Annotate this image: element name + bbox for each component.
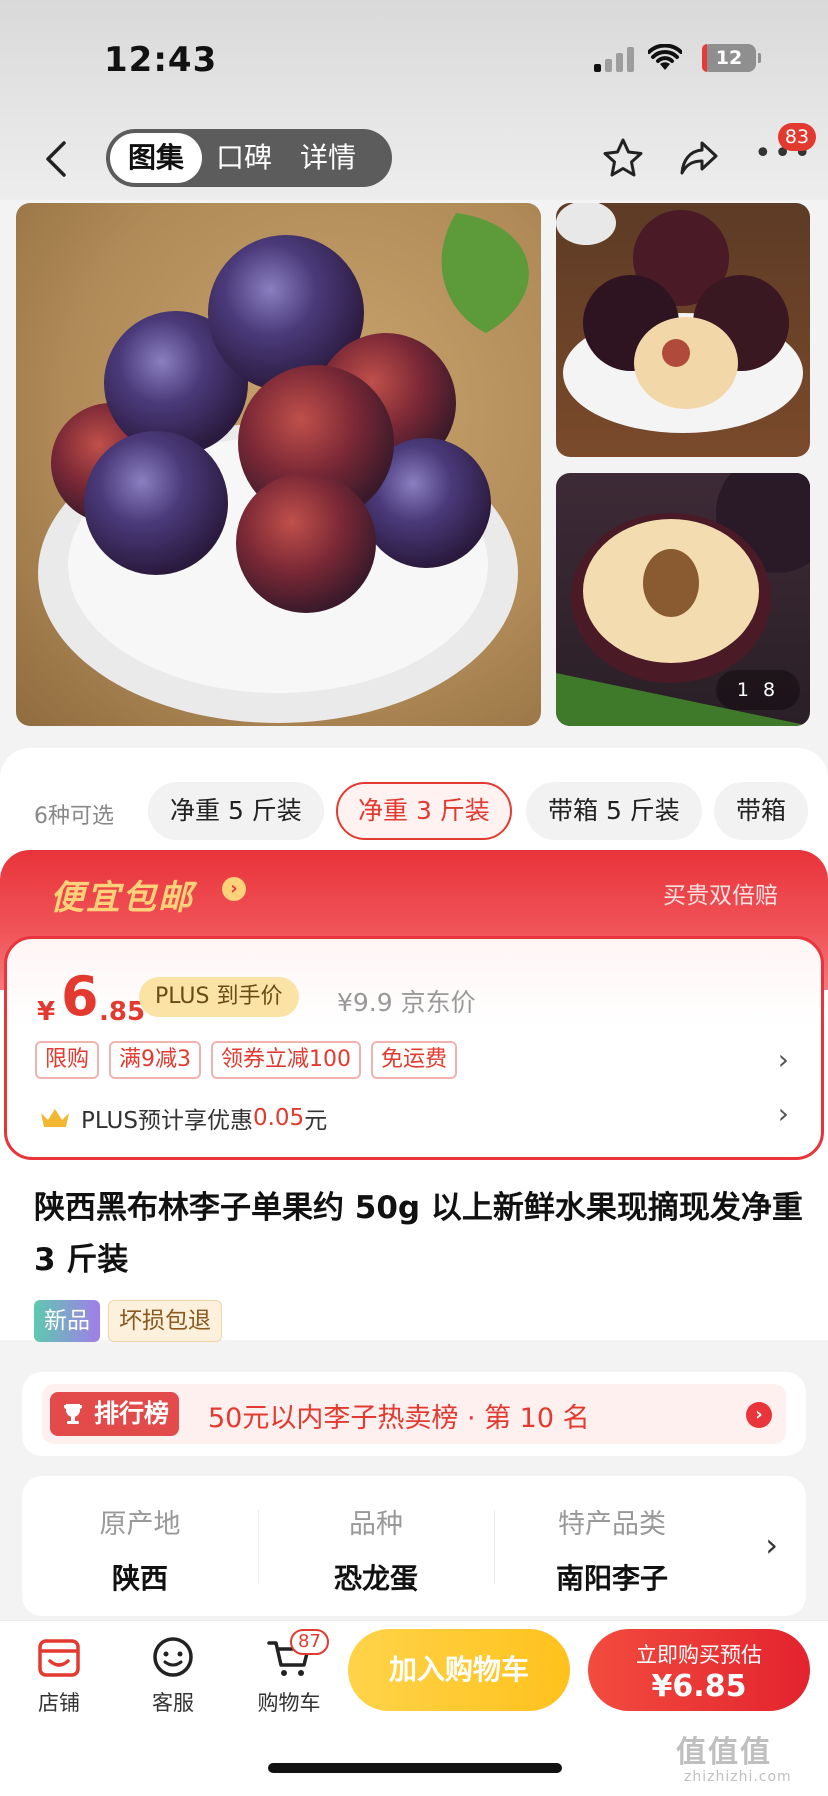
thumbnail-photo-1[interactable] [556, 203, 810, 457]
photo-counter: 1 8 [716, 670, 800, 710]
store-icon [38, 1639, 80, 1677]
share-icon[interactable] [676, 135, 722, 181]
favorite-star-icon[interactable] [600, 135, 646, 181]
spec-option-1[interactable]: 净重 5 斤装 [148, 782, 324, 840]
attribute-value: 恐龙蛋 [333, 1562, 418, 1595]
ranking-text: 50元以内李子热卖榜 · 第 10 名 [208, 1403, 590, 1434]
crown-icon [41, 1109, 69, 1127]
plus-price-pill: PLUS 到手价 [139, 977, 299, 1017]
message-count-badge: 83 [778, 123, 816, 151]
add-to-cart-button[interactable]: 加入购物车 [348, 1629, 570, 1711]
home-indicator[interactable] [268, 1763, 562, 1773]
ranking-card[interactable]: 排行榜 50元以内李子热卖榜 · 第 10 名 › [22, 1372, 806, 1456]
product-page: 12:43 12 图集 口碑 详情 ••• 83 1 8 6种可选 净重 5 斤… [0, 0, 828, 1796]
promo-tag: 领券立减100 [211, 1041, 362, 1079]
plums-plate-illustration [556, 203, 803, 433]
price-decimal: .85 [99, 997, 146, 1027]
watermark: 值值值 [676, 1735, 772, 1770]
status-time: 12:43 [104, 40, 218, 80]
cart-label: 购物车 [257, 1691, 321, 1715]
spec-selector: 6种可选 净重 5 斤装 净重 3 斤装 带箱 5 斤装 带箱 [0, 748, 828, 858]
chevron-right-icon[interactable]: › [765, 1526, 778, 1564]
customer-service-button[interactable]: 客服 [128, 1635, 218, 1717]
product-badges: 新品 坏损包退 [34, 1300, 222, 1342]
plus-discount-amount: 0.05 [252, 1105, 305, 1131]
photo-counter-total: 8 [763, 679, 780, 701]
product-info: 陕西黑布林李子单果约 50g 以上新鲜水果现摘现发净重 3 斤装 新品 坏损包退 [0, 1160, 828, 1342]
view-tabs: 图集 口碑 详情 [106, 129, 392, 187]
damage-return-badge[interactable]: 坏损包退 [108, 1300, 222, 1342]
attribute-origin: 原产地 陕西 [22, 1502, 258, 1597]
price-card: ¥ 6 .85 PLUS 到手价 ¥9.9 京东价 限购 满9减3 领券立减10… [4, 936, 824, 1160]
wifi-icon [648, 44, 682, 70]
tab-reviews[interactable]: 口碑 [202, 133, 286, 183]
plums-photo-illustration [38, 213, 529, 723]
ranking-label: 排行榜 [50, 1392, 180, 1436]
battery-indicator: 12 [702, 44, 761, 72]
attributes-card[interactable]: 原产地 陕西 品种 恐龙蛋 特产品类 南阳李子 › [22, 1476, 806, 1616]
main-product-photo[interactable] [16, 203, 541, 726]
promo-tag: 满9减3 [109, 1041, 202, 1079]
promo-tags[interactable]: 限购 满9减3 领券立减100 免运费 [35, 1041, 458, 1079]
store-button[interactable]: 店铺 [14, 1635, 104, 1717]
spec-option-4[interactable]: 带箱 [714, 782, 809, 840]
attribute-value: 南阳李子 [555, 1562, 668, 1595]
tab-details[interactable]: 详情 [286, 133, 370, 183]
cart-count-badge: 87 [290, 1629, 329, 1655]
price-integer: 6 [61, 965, 99, 1028]
back-icon[interactable] [36, 137, 80, 181]
ranking-arrow-icon: › [746, 1402, 772, 1428]
buy-now-button[interactable]: 立即购买预估 ¥6.85 [588, 1629, 810, 1711]
price-currency: ¥ [37, 997, 56, 1027]
new-badge: 新品 [34, 1300, 100, 1342]
bottom-action-bar: 店铺 客服 购物车 87 加入购物车 立即购买预估 ¥6.85 值值值 zhiz… [0, 1620, 828, 1796]
ranking-inner: 排行榜 50元以内李子热卖榜 · 第 10 名 › [42, 1384, 786, 1444]
promo-tag: 限购 [35, 1041, 100, 1079]
status-bar: 12:43 12 [0, 0, 828, 120]
product-title: 陕西黑布林李子单果约 50g 以上新鲜水果现摘现发净重 3 斤装 [34, 1190, 803, 1278]
image-gallery: 1 8 [0, 200, 828, 730]
promo-tag: 免运费 [371, 1041, 458, 1079]
chevron-right-icon[interactable]: › [778, 1097, 789, 1130]
spec-count-label: 6种可选 [34, 804, 114, 829]
price-guarantee[interactable]: 买贵双倍赔 [663, 876, 778, 910]
chevron-right-icon[interactable]: › [778, 1043, 789, 1076]
plus-discount-unit: 元 [304, 1108, 328, 1134]
original-price: ¥9.9 京东价 [337, 988, 476, 1017]
tab-gallery[interactable]: 图集 [110, 133, 202, 183]
more-options-icon[interactable]: ••• [754, 139, 811, 169]
promo-title: 便宜包邮 [50, 878, 194, 918]
attribute-category: 特产品类 南阳李子 [494, 1502, 730, 1597]
signal-icon [594, 46, 636, 72]
chat-face-icon [153, 1637, 193, 1677]
attribute-value: 陕西 [111, 1562, 168, 1595]
buy-now-price: ¥6.85 [651, 1669, 747, 1704]
attribute-key: 特产品类 [558, 1509, 666, 1540]
plus-discount-text: PLUS预计享优惠 [81, 1108, 253, 1134]
top-nav: 图集 口碑 详情 ••• 83 [0, 123, 828, 195]
promo-arrow-icon: › [222, 877, 246, 901]
attribute-key: 品种 [349, 1509, 403, 1540]
buy-now-label: 立即购买预估 [636, 1643, 762, 1667]
photo-counter-current: 1 [736, 679, 753, 701]
trophy-icon [63, 1404, 83, 1424]
spec-option-2-selected[interactable]: 净重 3 斤装 [336, 782, 512, 840]
watermark-url: zhizhizhi.com [684, 1769, 792, 1785]
store-label: 店铺 [38, 1691, 80, 1715]
promo-section: 便宜包邮 › 买贵双倍赔 ¥ 6 .85 PLUS 到手价 ¥9.9 京东价 限… [0, 850, 828, 1160]
spec-option-3[interactable]: 带箱 5 斤装 [526, 782, 702, 840]
attribute-key: 原产地 [99, 1509, 181, 1540]
plus-discount-row[interactable]: PLUS预计享优惠 0.05 元 [39, 1101, 327, 1135]
service-label: 客服 [152, 1691, 194, 1715]
ranking-label-text: 排行榜 [94, 1399, 170, 1428]
attribute-variety: 品种 恐龙蛋 [258, 1502, 494, 1597]
